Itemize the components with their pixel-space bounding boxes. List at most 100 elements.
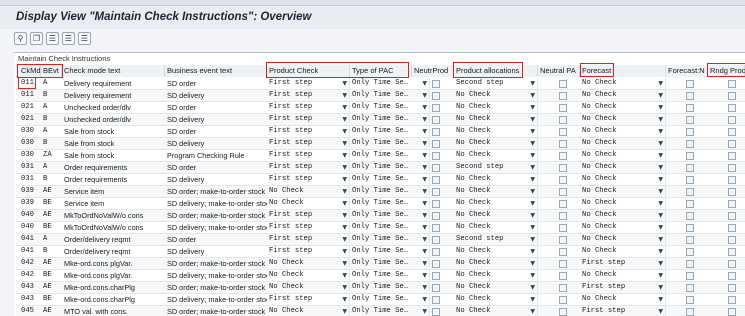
type-of-pac-dropdown[interactable]: Only Time Se… ▼ [350,186,430,197]
forecast-n-checkbox[interactable] [686,308,694,316]
header-neutr-prod[interactable]: NeutrProd [412,65,454,77]
chevron-down-icon[interactable]: ▼ [530,114,535,125]
chevron-down-icon[interactable]: ▼ [342,198,347,209]
chevron-down-icon[interactable]: ▼ [658,258,663,269]
forecast-n-checkbox[interactable] [686,80,694,88]
product-allocations-dropdown[interactable]: No Check ▼ [454,294,538,305]
neutr-prod-checkbox[interactable] [432,236,440,244]
chevron-down-icon[interactable]: ▼ [530,150,535,161]
chevron-down-icon[interactable]: ▼ [342,102,347,113]
neutr-prod-checkbox[interactable] [432,260,440,268]
forecast-n-checkbox[interactable] [686,296,694,304]
product-allocations-dropdown[interactable]: No Check ▼ [454,270,538,281]
chevron-down-icon[interactable]: ▼ [658,126,663,137]
header-forecast[interactable]: Forecast [580,65,666,77]
chevron-down-icon[interactable]: ▼ [342,210,347,221]
forecast-dropdown[interactable]: No Check ▼ [580,90,666,101]
chevron-down-icon[interactable]: ▼ [342,138,347,149]
chevron-down-icon[interactable]: ▼ [530,234,535,245]
forecast-n-checkbox[interactable] [686,176,694,184]
forecast-n-checkbox[interactable] [686,224,694,232]
forecast-dropdown[interactable]: No Check ▼ [580,138,666,149]
table-row[interactable]: 045 AE MTO val. with cons. SD order; make-t… [16,306,745,316]
forecast-dropdown[interactable]: No Check ▼ [580,78,666,89]
product-allocations-dropdown[interactable]: No Check ▼ [454,282,538,293]
forecast-dropdown[interactable]: First step ▼ [580,282,666,293]
type-of-pac-dropdown[interactable]: Only Time Se… ▼ [350,174,430,185]
chevron-down-icon[interactable]: ▼ [658,270,663,281]
find-icon[interactable]: ⚲ [14,31,27,45]
forecast-n-checkbox[interactable] [686,116,694,124]
type-of-pac-dropdown[interactable]: Only Time Se… ▼ [350,150,430,161]
product-check-dropdown[interactable]: First step ▼ [267,126,350,137]
product-check-dropdown[interactable]: First step ▼ [267,162,350,173]
forecast-n-checkbox[interactable] [686,200,694,208]
neutr-prod-checkbox[interactable] [432,248,440,256]
table-row[interactable]: 039 AE Service item SD order; make-to-order… [16,186,745,198]
chevron-down-icon[interactable]: ▼ [422,102,427,113]
forecast-n-checkbox[interactable] [686,92,694,100]
chevron-down-icon[interactable]: ▼ [422,162,427,173]
chevron-down-icon[interactable]: ▼ [342,174,347,185]
forecast-n-checkbox[interactable] [686,188,694,196]
neutral-pa-checkbox[interactable] [559,188,567,196]
type-of-pac-dropdown[interactable]: Only Time Se… ▼ [350,198,430,209]
chevron-down-icon[interactable]: ▼ [658,162,663,173]
forecast-dropdown[interactable]: No Check ▼ [580,270,666,281]
neutr-prod-checkbox[interactable] [432,104,440,112]
chevron-down-icon[interactable]: ▼ [342,306,347,316]
chevron-down-icon[interactable]: ▼ [422,222,427,233]
product-check-dropdown[interactable]: First step ▼ [267,150,350,161]
forecast-n-checkbox[interactable] [686,272,694,280]
chevron-down-icon[interactable]: ▼ [342,294,347,305]
product-check-dropdown[interactable]: First step ▼ [267,78,350,89]
rndg-proc-checkbox[interactable] [728,80,736,88]
product-allocations-dropdown[interactable]: No Check ▼ [454,102,538,113]
neutr-prod-checkbox[interactable] [432,188,440,196]
chevron-down-icon[interactable]: ▼ [422,234,427,245]
product-check-dropdown[interactable]: First step ▼ [267,138,350,149]
product-check-dropdown[interactable]: First step ▼ [267,294,350,305]
chevron-down-icon[interactable]: ▼ [658,138,663,149]
chevron-down-icon[interactable]: ▼ [422,270,427,281]
forecast-n-checkbox[interactable] [686,284,694,292]
type-of-pac-dropdown[interactable]: Only Time Se… ▼ [350,126,430,137]
neutr-prod-checkbox[interactable] [432,224,440,232]
chevron-down-icon[interactable]: ▼ [422,210,427,221]
chevron-down-icon[interactable]: ▼ [530,186,535,197]
neutral-pa-checkbox[interactable] [559,260,567,268]
chevron-down-icon[interactable]: ▼ [422,150,427,161]
chevron-down-icon[interactable]: ▼ [422,174,427,185]
rndg-proc-checkbox[interactable] [728,236,736,244]
chevron-down-icon[interactable]: ▼ [422,246,427,257]
neutral-pa-checkbox[interactable] [559,116,567,124]
chevron-down-icon[interactable]: ▼ [530,78,535,89]
table-row[interactable]: 030 ZA Sale from stock Program Checking Rul… [16,150,745,162]
forecast-dropdown[interactable]: No Check ▼ [580,294,666,305]
product-allocations-dropdown[interactable]: Second step ▼ [454,78,538,89]
chevron-down-icon[interactable]: ▼ [342,162,347,173]
neutral-pa-checkbox[interactable] [559,92,567,100]
neutr-prod-checkbox[interactable] [432,212,440,220]
chevron-down-icon[interactable]: ▼ [422,114,427,125]
chevron-down-icon[interactable]: ▼ [530,138,535,149]
copy-icon[interactable]: ❐ [30,31,43,45]
chevron-down-icon[interactable]: ▼ [658,186,663,197]
chevron-down-icon[interactable]: ▼ [658,210,663,221]
table-row[interactable]: 031 A Order requirements SD order First step… [16,162,745,174]
chevron-down-icon[interactable]: ▼ [658,90,663,101]
forecast-n-checkbox[interactable] [686,104,694,112]
table-row[interactable]: 021 B Unchecked order/dlv SD delivery First … [16,114,745,126]
header-bevt[interactable]: BEvt [41,65,62,77]
neutral-pa-checkbox[interactable] [559,152,567,160]
product-allocations-dropdown[interactable]: No Check ▼ [454,90,538,101]
neutral-pa-checkbox[interactable] [559,236,567,244]
chevron-down-icon[interactable]: ▼ [658,306,663,316]
neutral-pa-checkbox[interactable] [559,308,567,316]
chevron-down-icon[interactable]: ▼ [422,306,427,316]
product-allocations-dropdown[interactable]: No Check ▼ [454,114,538,125]
table-row[interactable]: 039 BE Service item SD delivery; make-to-or… [16,198,745,210]
forecast-n-checkbox[interactable] [686,248,694,256]
chevron-down-icon[interactable]: ▼ [658,78,663,89]
chevron-down-icon[interactable]: ▼ [342,258,347,269]
